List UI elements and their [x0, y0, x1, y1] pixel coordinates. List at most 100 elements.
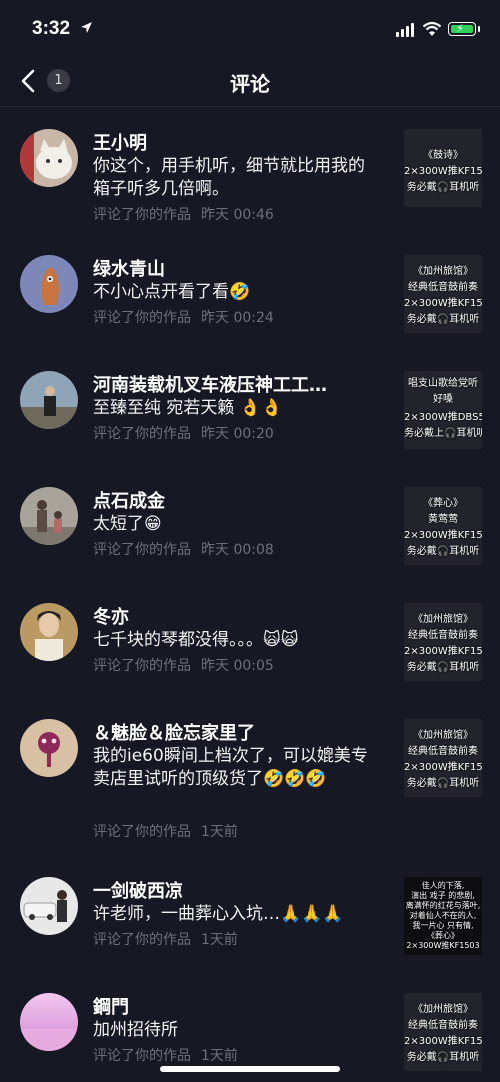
- thumbnail-caption: 2×300W推KF1503: [404, 298, 482, 309]
- thumbnail-caption: 《鼓诗》: [423, 150, 463, 161]
- comment-username[interactable]: 鋼門: [93, 993, 129, 1019]
- video-thumbnail[interactable]: 《加州旅馆》 经典低音鼓前奏 2×300W推KF1503 务必戴🎧耳机听: [404, 255, 482, 333]
- avatar[interactable]: [20, 255, 78, 313]
- thumbnail-caption: 2×300W推DBS512: [404, 412, 482, 423]
- comment-action: 评论了你的作品: [93, 310, 191, 326]
- thumbnail-caption: 务必戴🎧耳机听: [406, 182, 480, 193]
- thumbnail-caption: 《加州旅馆》: [413, 730, 473, 741]
- comment-time: 昨天 00:05: [201, 658, 274, 674]
- comment-action: 评论了你的作品: [93, 824, 191, 840]
- thumbnail-caption: 好嗓: [433, 394, 453, 405]
- comment-text: 加州招待所: [93, 1020, 178, 1040]
- comment-username[interactable]: 王小明: [93, 129, 147, 155]
- battery-icon: ⚡: [448, 22, 480, 36]
- comment-time: 昨天 00:46: [201, 207, 274, 223]
- video-thumbnail[interactable]: 《加州旅馆》 经典低音鼓前奏 2×300W推KF1503 务必戴🎧耳机听: [404, 603, 482, 681]
- comment-text: 许老师，一曲葬心入坑…🙏🙏🙏: [93, 904, 344, 924]
- thumbnail-caption: 《葬心》: [427, 931, 459, 940]
- thumbnail-caption: 离满怀的红花与落叶,: [405, 901, 481, 910]
- comment-meta: 评论了你的作品 昨天 00:08: [93, 539, 274, 559]
- thumbnail-caption: 《加州旅馆》: [413, 1004, 473, 1015]
- comment-username[interactable]: 一剑破西凉: [93, 877, 183, 903]
- thumbnail-caption: 《加州旅馆》: [413, 614, 473, 625]
- comment-item[interactable]: 河南装载机叉车液压神工工… 至臻至纯 宛若天籁 👌👌 评论了你的作品 昨天 00:…: [0, 339, 500, 455]
- wifi-icon: [422, 21, 442, 36]
- thumbnail-caption: 佳人的下落,: [421, 881, 465, 890]
- avatar[interactable]: [20, 719, 78, 777]
- thumbnail-caption: 经典低音鼓前奏: [408, 282, 478, 293]
- comment-meta: 评论了你的作品 昨天 00:05: [93, 655, 274, 675]
- comment-time: 昨天 00:24: [201, 310, 274, 326]
- thumbnail-caption: 2×300W推KF1503: [404, 762, 482, 773]
- comment-action: 评论了你的作品: [93, 207, 191, 223]
- location-arrow-icon: [81, 22, 92, 33]
- comment-meta: 评论了你的作品 1天前: [93, 1045, 238, 1065]
- thumbnail-caption: 我一片心 只有情,: [412, 921, 474, 930]
- thumbnail-caption: 经典低音鼓前奏: [408, 1020, 478, 1031]
- comment-action: 评论了你的作品: [93, 426, 191, 442]
- video-thumbnail[interactable]: 《葬心》 黄莺莺 2×300W推KF1503 务必戴🎧耳机听: [404, 487, 482, 565]
- thumbnail-caption: 经典低音鼓前奏: [408, 630, 478, 641]
- thumbnail-caption: 对着仙人不在的人,: [409, 911, 477, 920]
- comment-time: 昨天 00:20: [201, 426, 274, 442]
- avatar[interactable]: [20, 993, 78, 1051]
- video-thumbnail[interactable]: 唱支山歌给党听 好嗓 2×300W推DBS512 务必戴上🎧耳机听: [404, 371, 482, 449]
- thumbnail-caption: 务必戴🎧耳机听: [406, 1052, 480, 1063]
- comment-meta: 评论了你的作品 昨天 00:46: [93, 204, 274, 224]
- avatar[interactable]: [20, 129, 78, 187]
- comment-time: 1天前: [201, 1048, 238, 1064]
- status-bar: 3:32 ⚡: [0, 0, 500, 56]
- comment-username[interactable]: 绿水青山: [93, 255, 165, 281]
- comment-text: 至臻至纯 宛若天籁 👌👌: [93, 398, 283, 418]
- thumbnail-caption: 黄莺莺: [428, 514, 458, 525]
- video-thumbnail[interactable]: 佳人的下落, 演出 戏子 的悲剧, 离满怀的红花与落叶, 对着仙人不在的人, 我…: [404, 877, 482, 955]
- comment-username[interactable]: 河南装载机叉车液压神工工…: [93, 371, 327, 397]
- comment-meta: 评论了你的作品 1天前: [93, 929, 238, 949]
- comment-meta: 评论了你的作品 昨天 00:24: [93, 307, 274, 327]
- thumbnail-caption: 2×300W推KF1503: [404, 646, 482, 657]
- thumbnail-caption: 2×300W推KF1503: [404, 166, 482, 177]
- comment-action: 评论了你的作品: [93, 542, 191, 558]
- comment-item[interactable]: 一剑破西凉 许老师，一曲葬心入坑…🙏🙏🙏 评论了你的作品 1天前 佳人的下落, 演…: [0, 853, 500, 969]
- thumbnail-caption: 唱支山歌给党听: [408, 378, 478, 389]
- comment-item[interactable]: 冬亦 七千块的琴都没得。。。🙀🙀 评论了你的作品 昨天 00:05 《加州旅馆》 …: [0, 571, 500, 687]
- avatar[interactable]: [20, 603, 78, 661]
- comment-item[interactable]: 王小明 你这个，用手机听，细节就比用我的箱子听多几倍啊。 评论了你的作品 昨天 0…: [0, 107, 500, 223]
- avatar[interactable]: [20, 877, 78, 935]
- comment-action: 评论了你的作品: [93, 658, 191, 674]
- comment-text: 你这个，用手机听，细节就比用我的箱子听多几倍啊。: [93, 156, 365, 199]
- comment-action: 评论了你的作品: [93, 932, 191, 948]
- video-thumbnail[interactable]: 《加州旅馆》 经典低音鼓前奏 2×300W推KF1503 务必戴🎧耳机听: [404, 719, 482, 797]
- comment-item[interactable]: ＆魅脸＆脸忘家里了 我的ie60瞬间上档次了，可以媲美专卖店里试听的顶级货了🤣🤣…: [0, 687, 500, 853]
- comment-time: 1天前: [201, 932, 238, 948]
- thumbnail-caption: 务必戴🎧耳机听: [406, 662, 480, 673]
- thumbnail-caption: 务必戴🎧耳机听: [406, 314, 480, 325]
- comment-text: 不小心点开看了看🤣: [93, 282, 251, 302]
- thumbnail-caption: 《加州旅馆》: [413, 266, 473, 277]
- comment-username[interactable]: 冬亦: [93, 603, 129, 629]
- video-thumbnail[interactable]: 《加州旅馆》 经典低音鼓前奏 2×300W推KF1503 务必戴🎧耳机听: [404, 993, 482, 1071]
- thumbnail-caption: 演出 戏子 的悲剧,: [411, 891, 475, 900]
- comment-item[interactable]: 绿水青山 不小心点开看了看🤣 评论了你的作品 昨天 00:24 《加州旅馆》 经典…: [0, 223, 500, 339]
- thumbnail-caption: 经典低音鼓前奏: [408, 746, 478, 757]
- nav-bar: 1 评论: [0, 56, 500, 106]
- avatar[interactable]: [20, 487, 78, 545]
- video-thumbnail[interactable]: 《鼓诗》 2×300W推KF1503 务必戴🎧耳机听: [404, 129, 482, 207]
- comment-text: 太短了😁: [93, 514, 162, 534]
- comment-username[interactable]: 点石成金: [93, 487, 165, 513]
- comment-meta: 评论了你的作品 1天前: [93, 821, 238, 841]
- thumbnail-caption: 务必戴🎧耳机听: [406, 778, 480, 789]
- comment-text: 七千块的琴都没得。。。🙀🙀: [93, 630, 299, 650]
- comment-meta: 评论了你的作品 昨天 00:20: [93, 423, 274, 443]
- thumbnail-caption: 2×300W推KF1503: [404, 530, 482, 541]
- comment-item[interactable]: 点石成金 太短了😁 评论了你的作品 昨天 00:08 《葬心》 黄莺莺 2×300…: [0, 455, 500, 571]
- home-indicator[interactable]: [160, 1066, 340, 1072]
- comment-time: 昨天 00:08: [201, 542, 274, 558]
- thumbnail-caption: 务必戴🎧耳机听: [406, 546, 480, 557]
- avatar[interactable]: [20, 371, 78, 429]
- thumbnail-caption: 2×300W推KF1503: [404, 1036, 482, 1047]
- comment-time: 1天前: [201, 824, 238, 840]
- comment-text: 我的ie60瞬间上档次了，可以媲美专卖店里试听的顶级货了🤣🤣🤣: [93, 746, 368, 789]
- comment-username[interactable]: ＆魅脸＆脸忘家里了: [93, 719, 255, 745]
- status-time: 3:32: [32, 18, 71, 39]
